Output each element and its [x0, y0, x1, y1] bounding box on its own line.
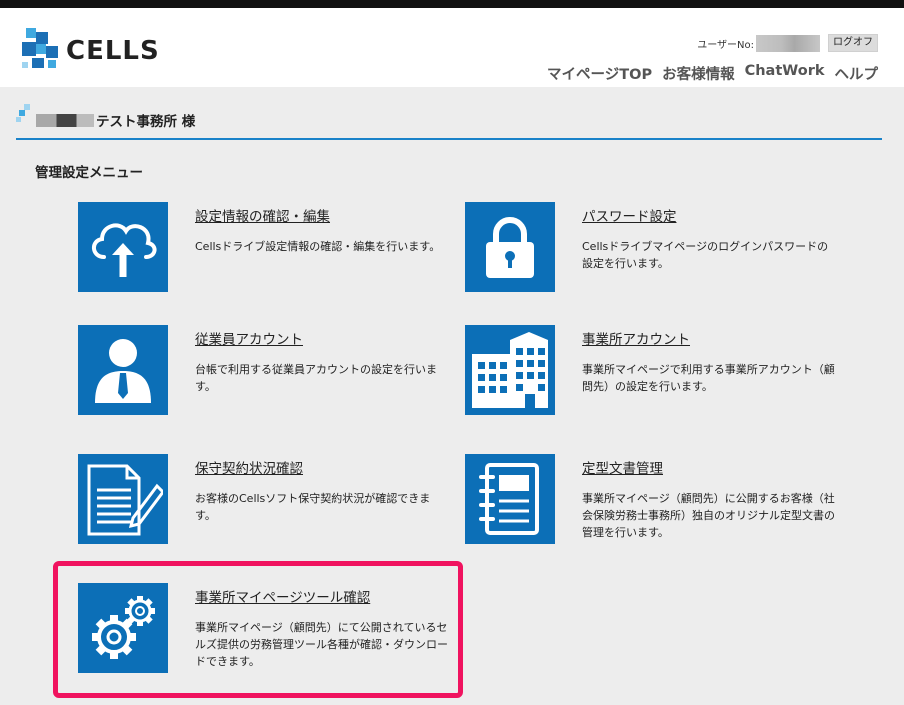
nav-chatwork[interactable]: ChatWork — [745, 63, 825, 84]
header: CELLS ユーザーNo: ログオフ マイページTOP お客様情報 ChatWo… — [0, 8, 904, 87]
card-employee-account: 従業員アカウント 台帳で利用する従業員アカウントの設定を行います。 — [78, 325, 458, 417]
main-nav: マイページTOP お客様情報 ChatWork ヘルプ — [547, 63, 878, 84]
card-desc-password: Cellsドライブマイページのログインパスワードの設定を行います。 — [582, 240, 829, 270]
card-desc-office-account: 事業所マイページで利用する事業所アカウント（顧問先）の設定を行います。 — [582, 363, 835, 393]
card-title-employee-account[interactable]: 従業員アカウント — [195, 328, 303, 348]
card-desc-office-tools: 事業所マイページ（顧問先）にて公開されているセルズ提供の労務管理ツール各種が確認… — [195, 621, 448, 668]
nav-mypage-top[interactable]: マイページTOP — [547, 63, 652, 84]
lock-icon[interactable] — [465, 202, 555, 292]
card-title-maintenance-contract[interactable]: 保守契約状況確認 — [195, 457, 303, 477]
card-office-tools: 事業所マイページツール確認 事業所マイページ（顧問先）にて公開されているセルズ提… — [78, 583, 458, 675]
card-title-password[interactable]: パスワード設定 — [582, 205, 677, 225]
gears-icon[interactable] — [78, 583, 168, 673]
card-title-standard-documents[interactable]: 定型文書管理 — [582, 457, 663, 477]
section-title: 管理設定メニュー — [35, 165, 143, 181]
document-pen-icon[interactable] — [78, 454, 168, 544]
logoff-button[interactable]: ログオフ — [828, 34, 878, 52]
account-bar: テスト事務所 様 — [16, 102, 882, 140]
top-bar — [0, 0, 904, 8]
nav-customer-info[interactable]: お客様情報 — [662, 63, 735, 84]
notebook-icon[interactable] — [465, 454, 555, 544]
user-no-value-masked — [756, 34, 820, 52]
employee-icon[interactable] — [78, 325, 168, 415]
card-settings-info: 設定情報の確認・編集 Cellsドライブ設定情報の確認・編集を行います。 — [78, 202, 458, 294]
cells-logo[interactable]: CELLS — [22, 28, 162, 76]
card-password: パスワード設定 Cellsドライブマイページのログインパスワードの設定を行います… — [465, 202, 845, 294]
account-mark-icon — [16, 104, 30, 122]
cloud-upload-icon[interactable] — [78, 202, 168, 292]
main-content: テスト事務所 様 管理設定メニュー 設定情報の確認・編集 Cellsドライブ設定… — [0, 87, 904, 705]
user-info: ユーザーNo: ログオフ — [697, 34, 878, 52]
nav-help[interactable]: ヘルプ — [835, 63, 879, 84]
logo-text: CELLS — [66, 36, 160, 66]
card-standard-documents: 定型文書管理 事業所マイページ（顧問先）に公開するお客様（社会保険労務士事務所）… — [465, 454, 845, 546]
card-desc-employee-account: 台帳で利用する従業員アカウントの設定を行います。 — [195, 363, 437, 393]
account-name-masked — [36, 114, 94, 127]
card-title-office-tools[interactable]: 事業所マイページツール確認 — [195, 586, 370, 606]
user-no-label: ユーザーNo: — [697, 39, 754, 51]
account-name: テスト事務所 様 — [96, 114, 196, 130]
card-desc-settings-info: Cellsドライブ設定情報の確認・編集を行います。 — [195, 240, 441, 253]
logo-mark-icon — [22, 28, 58, 68]
card-desc-standard-documents: 事業所マイページ（顧問先）に公開するお客様（社会保険労務士事務所）独自のオリジナ… — [582, 492, 835, 539]
card-office-account: 事業所アカウント 事業所マイページで利用する事業所アカウント（顧問先）の設定を行… — [465, 325, 845, 417]
card-title-settings-info[interactable]: 設定情報の確認・編集 — [195, 205, 330, 225]
card-maintenance-contract: 保守契約状況確認 お客様のCellsソフト保守契約状況が確認できます。 — [78, 454, 458, 546]
card-desc-maintenance-contract: お客様のCellsソフト保守契約状況が確認できます。 — [195, 492, 431, 522]
buildings-icon[interactable] — [465, 325, 555, 415]
card-title-office-account[interactable]: 事業所アカウント — [582, 328, 690, 348]
